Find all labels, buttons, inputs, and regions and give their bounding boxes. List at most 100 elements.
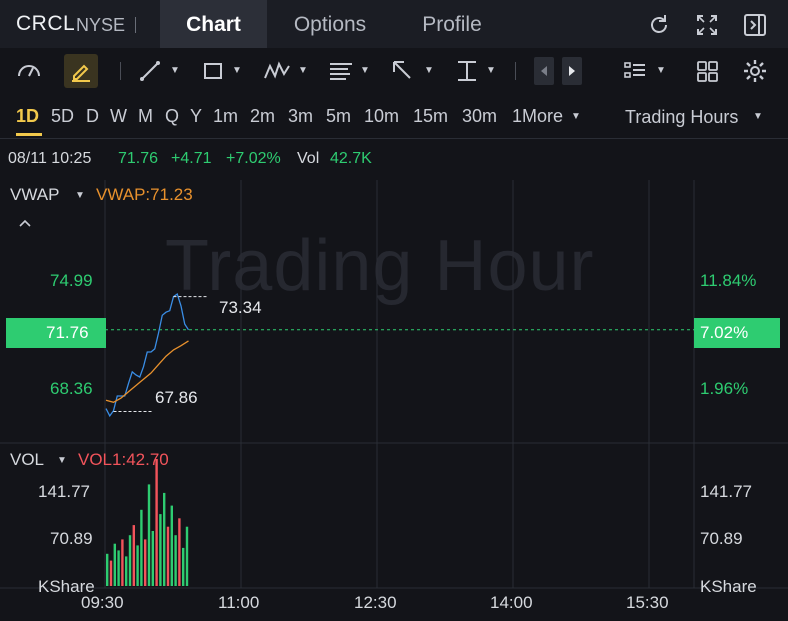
price-axis-low: 68.36	[50, 379, 93, 398]
tab-options[interactable]: Options	[280, 0, 380, 48]
volume-bar	[125, 556, 128, 586]
line-tool-icon[interactable]	[136, 56, 166, 86]
volume-bar	[132, 525, 135, 586]
chart-grid	[0, 180, 788, 589]
interval-q[interactable]: Q	[165, 106, 179, 127]
volume-bar	[144, 539, 147, 586]
fullscreen-icon[interactable]	[694, 12, 720, 38]
rectangle-tool-caret[interactable]: ▼	[232, 65, 242, 76]
main-indicator-caret[interactable]: ▼	[75, 190, 85, 201]
last-price-tag-right-text: 7.02%	[700, 323, 749, 342]
volume-bar	[128, 535, 132, 586]
volume-bar	[147, 484, 151, 586]
volume-bar	[166, 526, 170, 586]
x-tick-1400: 14:00	[490, 593, 533, 612]
arrow-tool-icon[interactable]	[388, 56, 418, 86]
volume-bar	[182, 547, 185, 586]
fibonacci-tool-caret[interactable]: ▼	[360, 65, 370, 76]
vol-axis-mid-left: 70.89	[50, 529, 93, 548]
interval-5m[interactable]: 5m	[326, 106, 351, 127]
next-arrow-icon	[569, 66, 575, 76]
last-price-tag-left-text: 71.76	[46, 323, 89, 342]
interval-30m[interactable]: 30m	[462, 106, 497, 127]
collapse-chevron-icon[interactable]	[18, 218, 32, 228]
drawing-toolbar: ▼ ▼ ▼ ▼ ▼ ▼ ▼	[0, 48, 788, 94]
price-axis-high: 74.99	[50, 271, 93, 290]
vol-axis-unit-right: KShare	[700, 577, 757, 596]
ticker-symbol: CRCL	[16, 12, 76, 35]
next-button[interactable]	[562, 57, 582, 85]
volume-bar	[106, 553, 109, 586]
volume-bar	[113, 543, 116, 586]
volume-bar	[121, 539, 124, 586]
day-high-label: 73.34	[219, 298, 262, 317]
interval-w[interactable]: W	[110, 106, 127, 127]
interval-1m[interactable]: 1m	[213, 106, 238, 127]
selected-interval-underline	[16, 133, 42, 136]
volume-layer	[106, 459, 189, 586]
tab-chart[interactable]: Chart	[160, 0, 267, 48]
interval-10m[interactable]: 10m	[364, 106, 399, 127]
quote-price: 71.76	[118, 150, 159, 167]
interval-m[interactable]: M	[138, 106, 153, 127]
interval-1d[interactable]: 1D	[16, 106, 39, 127]
fibonacci-tool-icon[interactable]	[326, 56, 356, 86]
volume-bar	[117, 550, 120, 586]
x-tick-1530: 15:30	[626, 593, 669, 612]
volume-bar	[155, 459, 158, 586]
interval-more-caret[interactable]: ▼	[571, 111, 581, 122]
toolbar-divider	[120, 62, 121, 80]
settings-gear-icon[interactable]	[740, 56, 770, 86]
interval-5d[interactable]: 5D	[51, 106, 74, 127]
volume-value: VOL1:42.70	[78, 450, 169, 469]
prev-button[interactable]	[534, 57, 554, 85]
indicator-list-icon[interactable]	[620, 56, 650, 86]
tab-profile[interactable]: Profile	[405, 0, 499, 48]
volume-indicator-name[interactable]: VOL	[10, 450, 44, 470]
volume-bar	[170, 505, 173, 586]
refresh-icon[interactable]	[646, 12, 672, 38]
session-selector[interactable]: Trading Hours	[625, 107, 738, 128]
volume-indicator-caret[interactable]: ▼	[57, 455, 67, 466]
x-tick-1230: 12:30	[354, 593, 397, 612]
x-tick-1100: 11:00	[218, 593, 260, 612]
quote-vol-value: 42.7K	[330, 150, 372, 167]
quote-change-pct: +7.02%	[226, 150, 281, 167]
vwap-value: VWAP:71.23	[96, 185, 193, 204]
x-tick-0930: 09:30	[81, 593, 124, 612]
session-selector-caret[interactable]: ▼	[753, 111, 763, 122]
quote-change: +4.71	[171, 150, 212, 167]
rectangle-tool-icon[interactable]	[198, 56, 228, 86]
interval-2m[interactable]: 2m	[250, 106, 275, 127]
interval-15m[interactable]: 15m	[413, 106, 448, 127]
vol-axis-high-right: 141.77	[700, 482, 752, 501]
pattern-tool-icon[interactable]	[262, 56, 292, 86]
layout-grid-icon[interactable]	[692, 56, 722, 86]
last-price-tag-left: 71.76	[6, 318, 106, 348]
interval-3m[interactable]: 3m	[288, 106, 313, 127]
volume-bar	[174, 535, 177, 586]
interval-d[interactable]: D	[86, 106, 99, 127]
main-indicator-name[interactable]: VWAP	[10, 185, 59, 205]
sidebar-toggle-icon[interactable]	[742, 12, 768, 38]
measure-tool-icon[interactable]	[452, 56, 482, 86]
last-price-tag-right: 7.02%	[694, 318, 780, 348]
measure-tool-caret[interactable]: ▼	[486, 65, 496, 76]
speedometer-icon[interactable]	[14, 56, 44, 86]
interval-more[interactable]: 1More	[512, 106, 563, 127]
volume-bar	[185, 526, 189, 586]
draw-mode-button[interactable]	[64, 54, 98, 88]
pct-axis-low: 1.96%	[700, 379, 749, 398]
vol-axis-mid-right: 70.89	[700, 529, 743, 548]
interval-y[interactable]: Y	[190, 106, 202, 127]
volume-bar	[140, 509, 143, 586]
draw-pen-icon	[72, 64, 90, 82]
chart-canvas[interactable]	[0, 180, 788, 621]
indicator-list-caret[interactable]: ▼	[656, 65, 666, 76]
volume-bar	[109, 560, 113, 586]
vol-axis-high-left: 141.77	[38, 482, 90, 501]
line-tool-caret[interactable]: ▼	[170, 65, 180, 76]
arrow-tool-caret[interactable]: ▼	[424, 65, 434, 76]
pattern-tool-caret[interactable]: ▼	[298, 65, 308, 76]
pct-axis-high: 11.84%	[700, 271, 757, 290]
